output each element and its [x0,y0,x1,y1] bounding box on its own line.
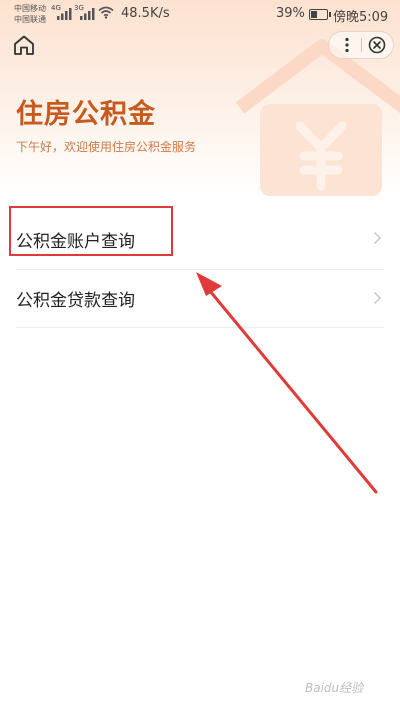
carrier-2: 中国联通 [14,15,46,24]
watermark-text: Baidu经验 [305,681,364,695]
page-subtitle: 下午好，欢迎使用住房公积金服务 [16,140,197,154]
page-title: 住房公积金 [16,99,156,130]
annotation-highlight-box [9,206,173,256]
chevron-right-icon [374,232,381,244]
battery-percentage: 39% [276,6,305,21]
carrier-names: 中国移动 中国联通 [14,3,46,25]
signal-icon [80,8,95,20]
carrier-1: 中国移动 [14,4,46,13]
house-yuan-icon [235,39,400,196]
menu-item-label: 公积金贷款查询 [16,291,135,311]
battery-level [311,11,317,18]
menu-item-loan-query[interactable]: 公积金贷款查询 [16,270,384,328]
clock: 傍晚5:09 [333,10,389,25]
more-icon[interactable] [337,35,357,55]
battery-icon [309,9,331,20]
home-icon[interactable] [12,34,36,56]
chevron-right-icon [374,292,381,304]
close-icon[interactable] [367,35,387,55]
mini-program-capsule [328,31,394,59]
capsule-divider [361,38,362,52]
wifi-icon [98,6,114,19]
signal-icon [57,8,72,20]
network-speed: 48.5K/s [121,6,170,21]
status-bar: 中国移动 中国联通 4G 3G 48.5K/s 39% 傍晚5:09 [0,0,400,30]
